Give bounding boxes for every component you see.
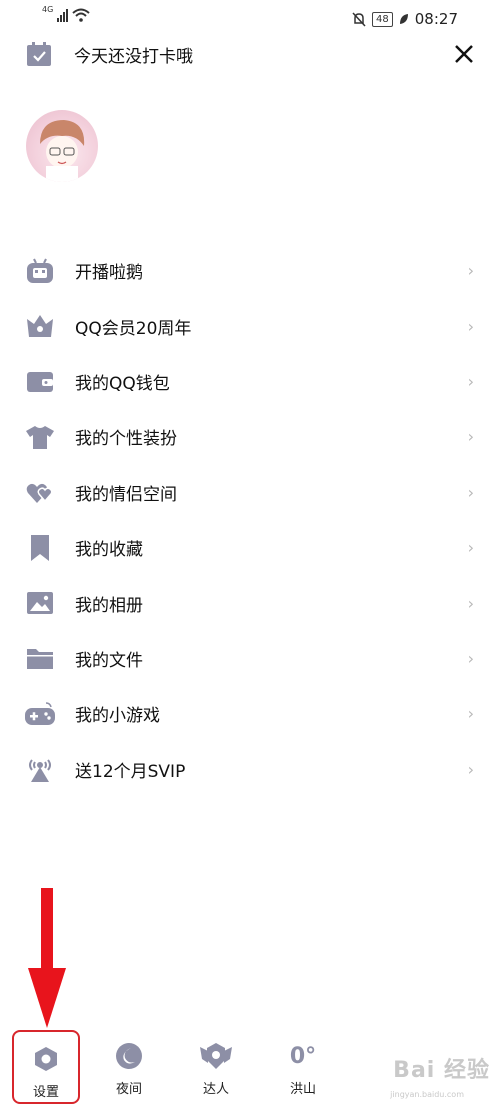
menu-item-vip-anniversary[interactable]: QQ会员20周年 › <box>0 298 500 353</box>
menu-label: 我的小游戏 <box>75 706 160 727</box>
settings-button[interactable]: 设置 <box>12 1030 80 1104</box>
chevron-right-icon: › <box>467 704 474 724</box>
hearts-icon <box>24 476 56 508</box>
chevron-right-icon: › <box>467 427 474 447</box>
expert-button[interactable]: 达人 <box>184 1028 248 1097</box>
red-arrow-annotation <box>28 888 66 1028</box>
chevron-right-icon: › <box>467 593 474 613</box>
wifi-icon <box>72 8 90 22</box>
chevron-right-icon: › <box>467 648 474 668</box>
menu-item-svip-gift[interactable]: 送12个月SVIP › <box>0 742 500 797</box>
folder-icon <box>24 642 56 674</box>
chevron-right-icon: › <box>467 538 474 558</box>
calendar-check-icon[interactable] <box>26 41 52 67</box>
menu-item-wallet[interactable]: 我的QQ钱包 › <box>0 354 500 409</box>
tv-icon <box>24 255 56 287</box>
checkin-text[interactable]: 今天还没打卡哦 <box>74 42 193 67</box>
menu-item-mini-games[interactable]: 我的小游戏 › <box>0 686 500 741</box>
weather-temp-display: 0° <box>271 1038 335 1074</box>
wallet-icon <box>24 365 56 397</box>
weather-label: 洪山 <box>289 1082 316 1097</box>
menu-label: 我的情侣空间 <box>75 484 177 505</box>
leaf-icon <box>399 14 408 24</box>
signal-icon <box>57 9 69 22</box>
settings-label: 设置 <box>32 1085 59 1100</box>
avatar-image <box>40 120 85 182</box>
status-right: 48 08:27 <box>352 10 458 28</box>
menu-item-live[interactable]: 开播啦鹅 › <box>0 243 500 298</box>
menu-item-files[interactable]: 我的文件 › <box>0 631 500 686</box>
moon-icon <box>97 1038 161 1074</box>
weather-button[interactable]: 0° 洪山 <box>271 1028 335 1098</box>
chevron-right-icon: › <box>467 371 474 391</box>
bookmark-icon <box>24 532 56 564</box>
network-type: 4G <box>42 5 54 14</box>
photo-icon <box>24 587 56 619</box>
night-mode-button[interactable]: 夜间 <box>97 1028 161 1097</box>
status-bar: 4G 48 08:27 <box>0 0 500 38</box>
clock: 08:27 <box>414 10 458 28</box>
menu-label: QQ会员20周年 <box>75 318 192 339</box>
gamepad-icon <box>24 698 56 730</box>
battery-icon: 48 <box>372 11 393 27</box>
crown-icon <box>24 310 56 342</box>
winged-badge-icon <box>184 1038 248 1074</box>
menu-label: 我的收藏 <box>75 540 143 561</box>
chevron-right-icon: › <box>467 759 474 779</box>
broadcast-icon <box>24 753 56 785</box>
watermark-url: jingyan.baidu.com <box>390 1090 464 1099</box>
night-label: 夜间 <box>115 1082 142 1097</box>
menu-label: 我的个性装扮 <box>75 429 177 450</box>
settings-gear-icon <box>14 1041 78 1077</box>
chevron-right-icon: › <box>467 261 474 281</box>
drawer-menu: 开播啦鹅 › QQ会员20周年 › 我的QQ钱包 › 我的个性装扮 › 我的情侣… <box>0 243 500 797</box>
menu-label: 开播啦鹅 <box>75 263 143 284</box>
mute-bell-icon <box>352 11 366 27</box>
menu-label: 我的QQ钱包 <box>75 373 170 394</box>
menu-item-theme[interactable]: 我的个性装扮 › <box>0 409 500 464</box>
menu-label: 我的文件 <box>75 650 143 671</box>
menu-label: 送12个月SVIP <box>75 761 186 782</box>
avatar[interactable] <box>26 110 98 182</box>
signal-area: 4G <box>42 5 90 22</box>
expert-label: 达人 <box>202 1082 229 1097</box>
baidu-watermark-logo: Bai 经验 <box>393 1058 490 1083</box>
checkin-header: 今天还没打卡哦 <box>0 38 500 68</box>
tshirt-icon <box>24 421 56 453</box>
menu-item-album[interactable]: 我的相册 › <box>0 575 500 630</box>
close-icon[interactable] <box>450 40 478 68</box>
menu-item-couple-space[interactable]: 我的情侣空间 › <box>0 465 500 520</box>
menu-label: 我的相册 <box>75 595 143 616</box>
weather-temp: 0° <box>289 1043 317 1069</box>
menu-item-favorites[interactable]: 我的收藏 › <box>0 520 500 575</box>
chevron-right-icon: › <box>467 316 474 336</box>
chevron-right-icon: › <box>467 482 474 502</box>
